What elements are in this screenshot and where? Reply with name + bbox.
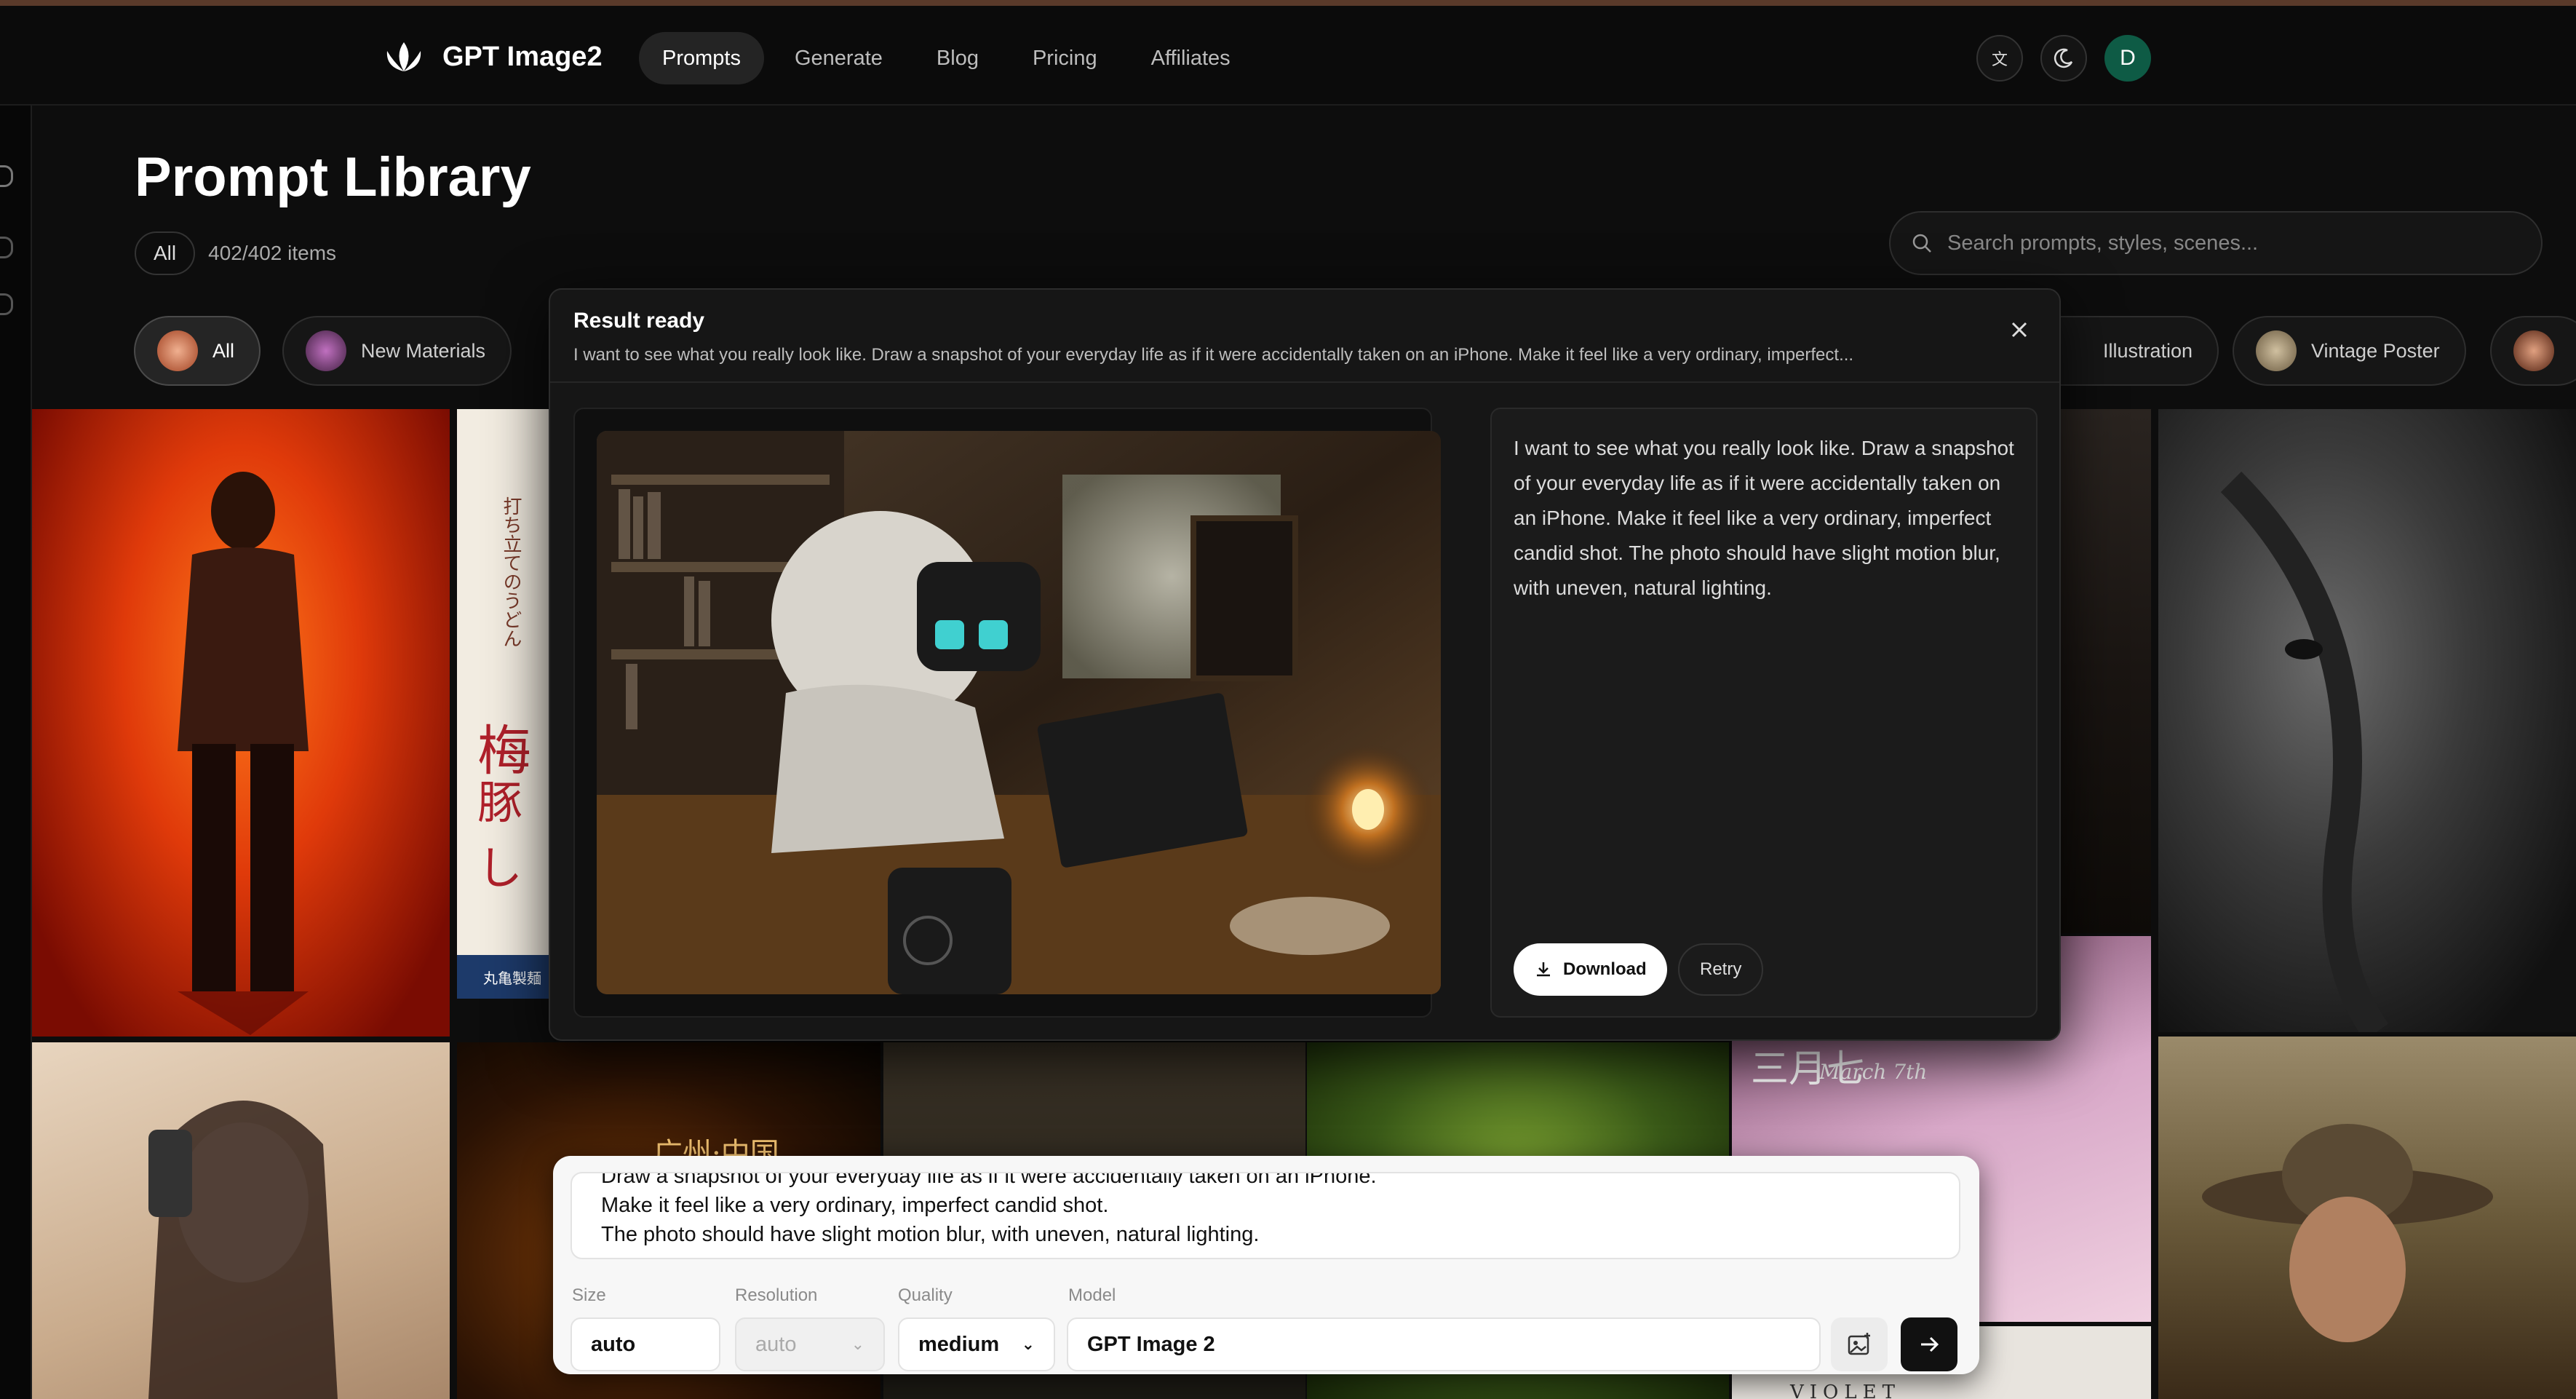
prompt-textarea[interactable]: Draw a snapshot of your everyday life as…	[571, 1172, 1960, 1259]
lotus-logo-icon	[386, 42, 421, 71]
close-button[interactable]	[2001, 312, 2038, 348]
image-add-icon	[1848, 1333, 1870, 1355]
category-label: Illustration	[2103, 339, 2193, 362]
resolution-value: auto	[755, 1332, 797, 1356]
category-thumb	[157, 330, 198, 371]
modal-header: Result ready I want to see what you real…	[550, 290, 2059, 383]
size-value: auto	[591, 1332, 636, 1356]
gallery-tile-elephant[interactable]	[2158, 409, 2576, 1032]
translate-icon: 文	[1991, 50, 2008, 68]
nav-prompts[interactable]: Prompts	[639, 32, 764, 84]
gallery-tile-cowboy[interactable]	[2158, 1037, 2576, 1399]
poster-march-script: March 7th	[1819, 1060, 1928, 1084]
result-modal: Result ready I want to see what you real…	[549, 288, 2061, 1041]
page-title: Prompt Library	[135, 146, 531, 208]
submit-button[interactable]	[1901, 1317, 1957, 1371]
sidebar-item-icon[interactable]	[0, 237, 13, 258]
prompt-composer: Draw a snapshot of your everyday life as…	[553, 1156, 1979, 1374]
nav-affiliates[interactable]: Affiliates	[1128, 32, 1254, 84]
item-count-row: All 402/402 items	[135, 231, 336, 275]
search-bar[interactable]	[1889, 211, 2543, 275]
attach-image-button[interactable]	[1831, 1317, 1888, 1371]
poster-jp-footer: 丸亀製麺	[483, 970, 541, 987]
poster-violet: VIOLET	[1790, 1382, 1901, 1399]
close-icon	[2011, 322, 2027, 338]
category-chip-new-materials[interactable]: New Materials	[282, 316, 512, 386]
category-thumb	[2513, 330, 2554, 371]
poster-jp-vertical: 打ち立てのうどん	[500, 496, 522, 648]
category-thumb	[306, 330, 346, 371]
category-label: New Materials	[361, 339, 486, 362]
nav-pricing[interactable]: Pricing	[1009, 32, 1121, 84]
category-thumb	[2256, 330, 2297, 371]
filter-chip-all[interactable]: All	[135, 231, 196, 275]
retry-button[interactable]: Retry	[1678, 943, 1764, 996]
chevron-down-icon: ⌄	[851, 1335, 864, 1353]
category-chip-vintage-poster[interactable]: Vintage Poster	[2233, 316, 2466, 386]
theme-toggle-button[interactable]	[2040, 35, 2087, 82]
brand-logo[interactable]: GPT Image2	[380, 36, 603, 77]
model-field[interactable]: GPT Image 2	[1067, 1317, 1821, 1371]
language-button[interactable]: 文	[1976, 35, 2023, 82]
download-label: Download	[1563, 959, 1647, 979]
quality-select[interactable]: medium ⌄	[898, 1317, 1055, 1371]
chevron-down-icon: ⌄	[1021, 1335, 1035, 1353]
image-panel	[573, 408, 1441, 1018]
poster-jp-title2: 豚し	[477, 776, 523, 895]
main-nav: Prompts Generate Blog Pricing Affiliates	[639, 32, 1254, 84]
nav-generate[interactable]: Generate	[771, 32, 906, 84]
resolution-label: Resolution	[735, 1285, 818, 1305]
download-icon	[1537, 962, 1550, 977]
arrow-right-icon	[1921, 1336, 1939, 1352]
gallery-tile-dark-figure[interactable]	[2061, 409, 2151, 933]
resolution-select[interactable]: auto ⌄	[735, 1317, 885, 1371]
category-label: All	[212, 339, 235, 362]
user-avatar[interactable]: D	[2104, 35, 2151, 82]
prompt-text: I want to see what you really look like.…	[1514, 437, 2014, 599]
top-accent-line	[0, 0, 2576, 6]
category-label: Vintage Poster	[2311, 339, 2440, 362]
size-field[interactable]: auto	[571, 1317, 720, 1371]
quality-label: Quality	[898, 1285, 953, 1305]
result-image[interactable]	[597, 431, 1441, 994]
item-count: 402/402 items	[208, 242, 337, 264]
gallery-tile-girl-selfie[interactable]	[32, 1042, 450, 1399]
size-label: Size	[572, 1285, 606, 1305]
search-input[interactable]	[1947, 231, 2515, 255]
left-sidebar-strip	[0, 106, 32, 1399]
sidebar-toggle-icon[interactable]	[0, 165, 13, 187]
prompt-panel: I want to see what you really look like.…	[1490, 408, 2038, 1018]
nav-blog[interactable]: Blog	[913, 32, 1002, 84]
prompt-line: Draw a snapshot of your everyday life as…	[601, 1172, 1377, 1188]
prompt-lines: Draw a snapshot of your everyday life as…	[601, 1172, 1377, 1249]
top-navbar: GPT Image2 Prompts Generate Blog Pricing…	[0, 6, 2576, 106]
quality-value: medium	[918, 1332, 1000, 1356]
modal-title: Result ready	[573, 309, 705, 333]
category-chip-all[interactable]: All	[134, 316, 261, 386]
category-chip-more[interactable]	[2490, 316, 2576, 386]
moon-icon	[2054, 48, 2073, 68]
download-button[interactable]: Download	[1514, 943, 1667, 996]
prompt-line: Make it feel like a very ordinary, imper…	[601, 1194, 1109, 1217]
prompt-line: The photo should have slight motion blur…	[601, 1223, 1260, 1246]
model-value: GPT Image 2	[1087, 1332, 1215, 1356]
search-icon	[1912, 234, 1931, 253]
model-label: Model	[1068, 1285, 1116, 1305]
gallery-tile-red-portrait[interactable]	[32, 409, 450, 1037]
brand-name: GPT Image2	[442, 41, 603, 72]
modal-subtitle: I want to see what you really look like.…	[573, 345, 1854, 365]
gallery-tile-udon-poster[interactable]: 打ち立てのうどん 梅 豚し 丸亀製麺	[457, 409, 549, 999]
sidebar-item-icon[interactable]	[0, 293, 13, 315]
